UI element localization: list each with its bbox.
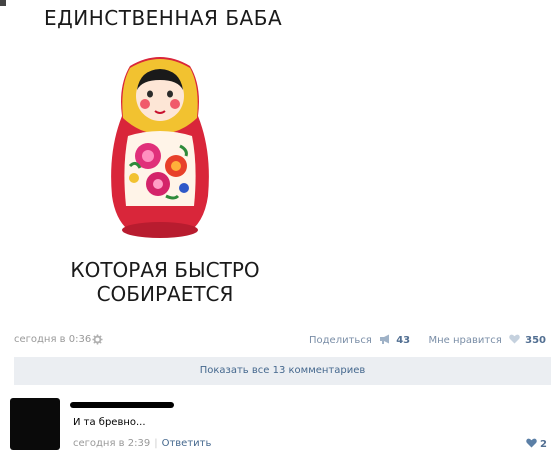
share-button[interactable]: Поделиться 43: [309, 334, 413, 346]
separator: |: [154, 438, 158, 449]
comment-item: И та бревно... сегодня в 2:39 | Ответить 2: [10, 396, 551, 452]
avatar[interactable]: [10, 398, 60, 450]
comment-time[interactable]: сегодня в 2:39: [73, 438, 150, 449]
heart-icon: [526, 438, 537, 448]
like-button[interactable]: Мне нравится 350: [428, 334, 546, 346]
image-corner-mark: [0, 0, 6, 6]
show-all-comments-button[interactable]: Показать все 13 комментариев: [14, 357, 551, 385]
comment-text: И та бревно...: [73, 417, 146, 428]
share-count: 43: [396, 335, 411, 346]
redacted-author-name: [70, 402, 174, 408]
comment-like-button[interactable]: 2: [526, 438, 547, 450]
comment-like-count: 2: [540, 439, 547, 450]
megaphone-icon: [380, 334, 390, 344]
post-meta: сегодня в 0:36 Поделиться 43 Мне нравитс…: [14, 334, 546, 348]
post-image[interactable]: ЕДИНСТВЕННАЯ БАБА КОТОРАЯ БЫСТРО СОБИРАЕ…: [0, 0, 320, 318]
gear-icon[interactable]: [92, 334, 103, 345]
heart-icon: [509, 334, 520, 344]
reply-button[interactable]: Ответить: [162, 438, 212, 449]
like-count: 350: [525, 335, 546, 346]
share-label: Поделиться: [309, 335, 372, 346]
comment-meta: сегодня в 2:39 | Ответить: [73, 438, 211, 449]
like-label: Мне нравится: [428, 335, 502, 346]
meme-caption-top: ЕДИНСТВЕННАЯ БАБА: [44, 6, 283, 30]
post-time[interactable]: сегодня в 0:36: [14, 334, 91, 345]
matryoshka-illustration: [111, 57, 209, 238]
meme-caption-bottom: КОТОРАЯ БЫСТРО СОБИРАЕТСЯ: [70, 258, 260, 306]
